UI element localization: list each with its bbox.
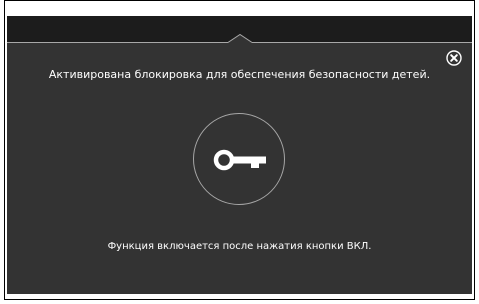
close-icon[interactable] (446, 50, 462, 66)
pointer-notch (228, 34, 252, 44)
lock-activated-message: Активирована блокировка для обеспечения … (48, 68, 431, 81)
child-lock-dialog: Активирована блокировка для обеспечения … (7, 16, 472, 294)
activation-hint: Функция включается после нажатия кнопки … (107, 241, 372, 252)
key-icon (213, 149, 266, 171)
